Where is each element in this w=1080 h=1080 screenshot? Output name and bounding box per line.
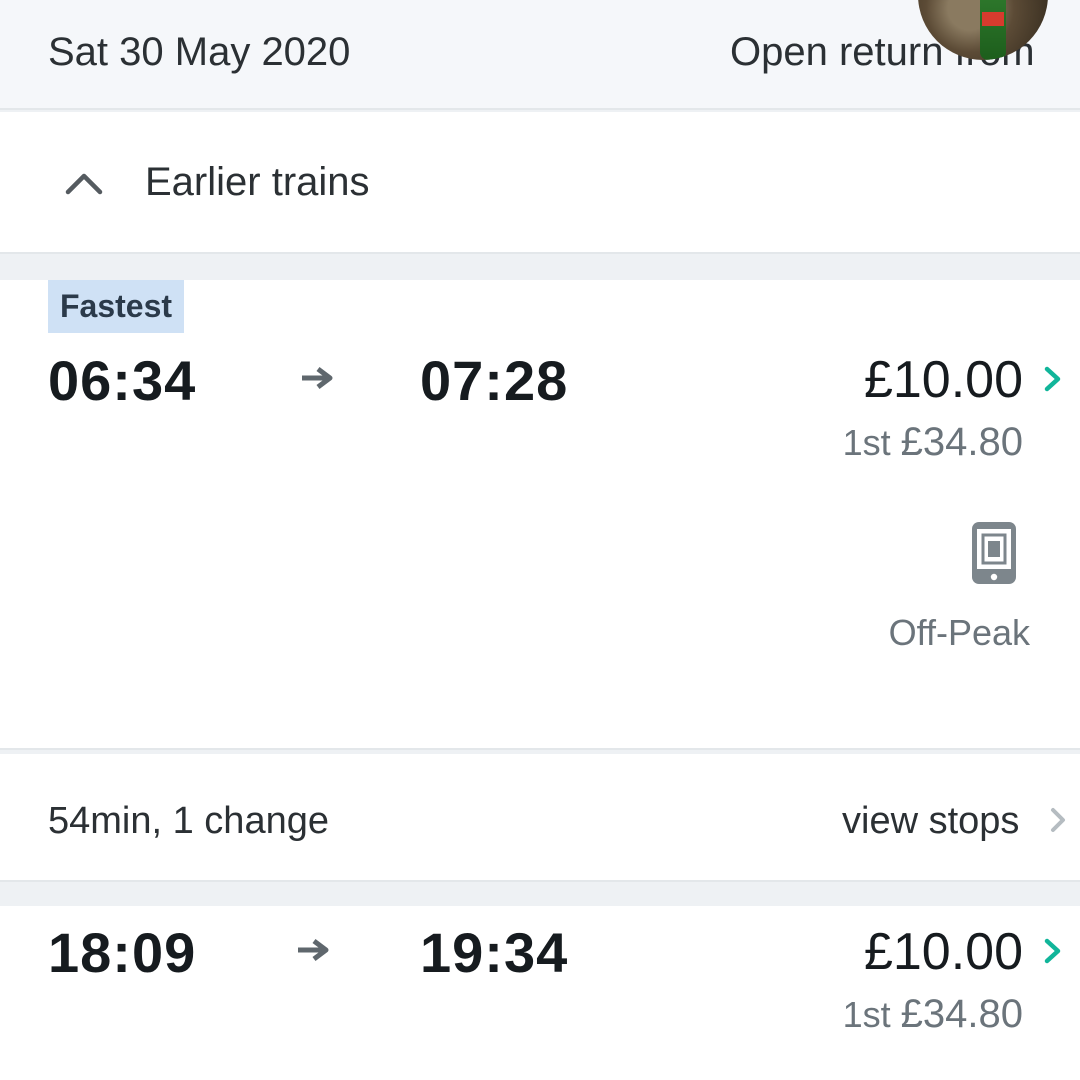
journey-date[interactable]: Sat 30 May 2020 bbox=[48, 30, 350, 75]
first-class-price: 1st £34.80 bbox=[843, 992, 1023, 1037]
depart-time: 06:34 bbox=[48, 349, 197, 412]
earlier-trains-label: Earlier trains bbox=[145, 160, 370, 204]
view-stops-link[interactable]: view stops bbox=[842, 800, 1019, 843]
earlier-trains-button[interactable]: Earlier trains bbox=[0, 112, 1080, 254]
first-class-label: 1st bbox=[842, 422, 891, 463]
ticket-type: Off-Peak bbox=[888, 612, 1030, 653]
chevron-right-icon[interactable] bbox=[1048, 806, 1068, 834]
journey-card[interactable]: 18:09 19:34 £10.00 1st £34.80 bbox=[0, 906, 1080, 1080]
first-class-price: 1st £34.80 bbox=[843, 420, 1023, 465]
arrow-right-icon bbox=[302, 367, 333, 389]
chevron-right-icon[interactable] bbox=[1042, 364, 1064, 394]
avatar-photo bbox=[980, 0, 1006, 60]
arrive-time: 07:28 bbox=[420, 349, 569, 412]
fastest-badge: Fastest bbox=[48, 280, 185, 333]
depart-time: 18:09 bbox=[48, 921, 197, 984]
standard-price: £10.00 bbox=[863, 923, 1023, 981]
arrow-right-icon bbox=[298, 939, 329, 961]
journey-summary: 54min, 1 change view stops bbox=[0, 754, 1080, 882]
header-bar: Sat 30 May 2020 Open return from bbox=[0, 0, 1080, 110]
arrive-time: 19:34 bbox=[420, 921, 569, 984]
chevron-right-icon[interactable] bbox=[1042, 936, 1064, 966]
standard-price: £10.00 bbox=[863, 351, 1023, 409]
journey-duration: 54min, 1 change bbox=[48, 800, 329, 842]
chevron-up-icon bbox=[65, 173, 103, 195]
first-class-label: 1st bbox=[842, 994, 891, 1035]
journey-card[interactable]: Fastest 06:34 07:28 £10.00 1st £34.80 Off… bbox=[0, 280, 1080, 750]
mobile-ticket-icon bbox=[972, 522, 1016, 584]
first-class-amount: £34.80 bbox=[900, 420, 1023, 464]
first-class-amount: £34.80 bbox=[900, 992, 1023, 1036]
